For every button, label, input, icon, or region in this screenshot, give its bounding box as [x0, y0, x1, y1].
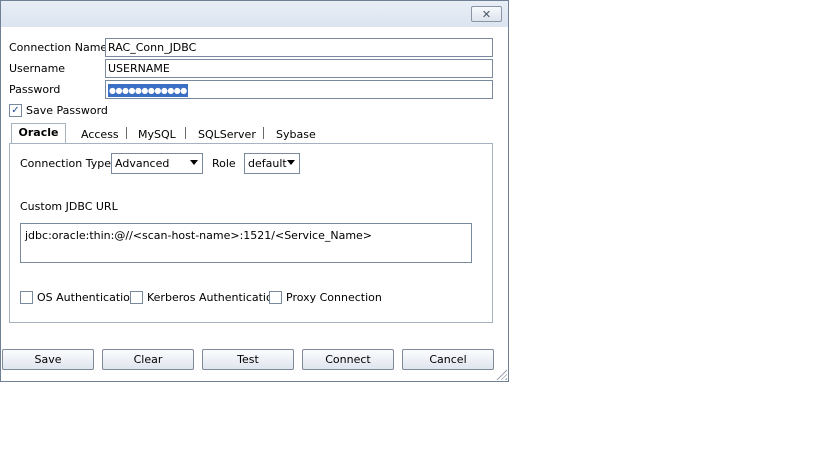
os-authentication-checkbox[interactable] [20, 291, 33, 304]
tab-oracle[interactable]: Oracle [11, 123, 66, 143]
password-selected-text: ●●●●●●●●●●●● [108, 84, 188, 97]
connection-type-value: Advanced [115, 157, 170, 170]
checkmark-icon: ✓ [11, 105, 20, 116]
role-label: Role [212, 157, 236, 170]
connect-button[interactable]: Connect [302, 349, 394, 370]
cancel-button[interactable]: Cancel [402, 349, 494, 370]
save-password-label: Save Password [26, 104, 108, 117]
save-button[interactable]: Save [2, 349, 94, 370]
role-value: default [248, 157, 287, 170]
save-password-checkbox[interactable]: ✓ [9, 104, 22, 117]
tab-divider [263, 127, 264, 139]
dialog-content: Connection Name RAC_Conn_JDBC Username U… [1, 27, 508, 381]
test-button[interactable]: Test [202, 349, 294, 370]
connection-name-label: Connection Name [9, 41, 108, 54]
proxy-connection-label: Proxy Connection [286, 291, 382, 304]
tab-divider [185, 127, 186, 139]
role-select[interactable]: default [244, 153, 300, 174]
dropdown-arrow-icon [287, 160, 295, 165]
tab-mysql[interactable]: MySQL [138, 128, 176, 141]
connection-type-label: Connection Type [20, 157, 112, 170]
os-authentication-label: OS Authentication [37, 291, 137, 304]
custom-jdbc-url-input[interactable]: jdbc:oracle:thin:@//<scan-host-name>:152… [20, 223, 472, 263]
password-label: Password [9, 83, 61, 96]
username-label: Username [9, 62, 66, 75]
kerberos-authentication-checkbox[interactable] [130, 291, 143, 304]
username-input[interactable]: USERNAME [105, 59, 493, 78]
tab-access[interactable]: Access [81, 128, 119, 141]
password-input[interactable]: ●●●●●●●●●●●● [105, 80, 493, 99]
custom-jdbc-url-label: Custom JDBC URL [20, 200, 118, 213]
close-icon: ✕ [481, 7, 492, 21]
kerberos-authentication-label: Kerberos Authentication [147, 291, 280, 304]
title-bar: ✕ [1, 1, 508, 27]
connection-name-input[interactable]: RAC_Conn_JDBC [105, 38, 493, 57]
clear-button[interactable]: Clear [102, 349, 194, 370]
dropdown-arrow-icon [190, 160, 198, 165]
connection-type-select[interactable]: Advanced [111, 153, 203, 174]
close-button[interactable]: ✕ [471, 6, 502, 22]
new-connection-dialog: ✕ Connection Name RAC_Conn_JDBC Username… [0, 0, 509, 382]
tab-sybase[interactable]: Sybase [276, 128, 316, 141]
tab-divider [126, 127, 127, 139]
tab-sqlserver[interactable]: SQLServer [198, 128, 256, 141]
proxy-connection-checkbox[interactable] [269, 291, 282, 304]
